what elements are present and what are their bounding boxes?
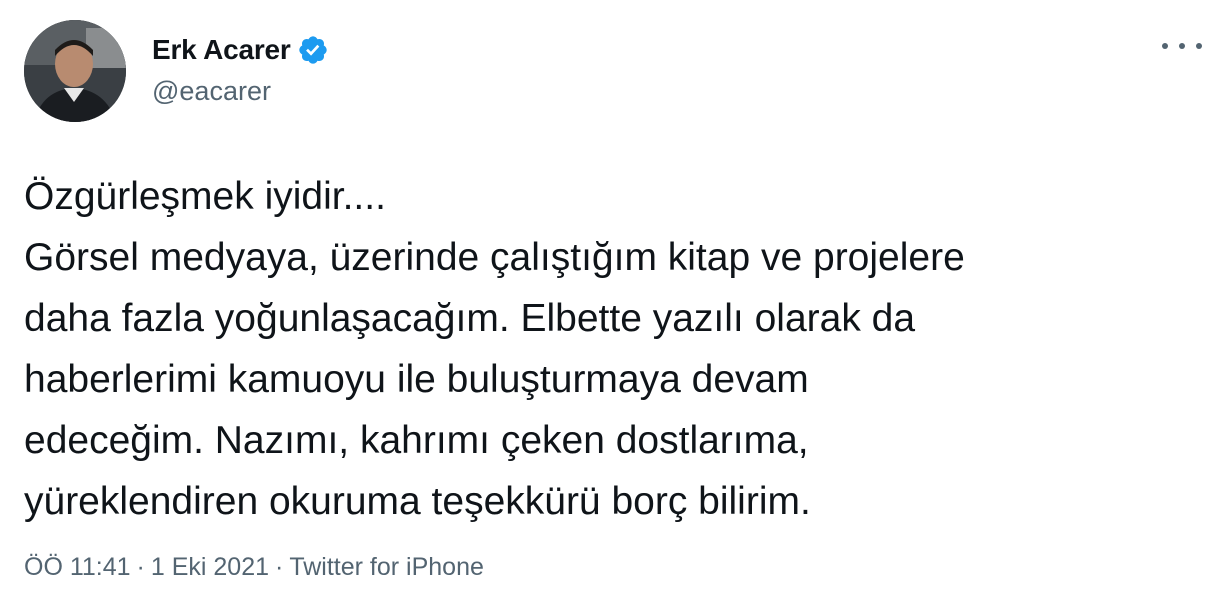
tweet-text: Özgürleşmek iyidir.... Görsel medyaya, ü…: [24, 175, 965, 523]
tweet-date[interactable]: 1 Eki 2021: [151, 553, 269, 581]
meta-separator: ·: [275, 553, 284, 581]
more-dot: [1196, 43, 1202, 49]
avatar[interactable]: [24, 20, 126, 122]
author-block: Erk Acarer @eacarer: [152, 30, 329, 107]
more-dot: [1179, 43, 1185, 49]
author-handle[interactable]: @eacarer: [152, 76, 329, 107]
tweet-meta: ÖÖ 11:41 · 1 Eki 2021 · Twitter for iPhone: [24, 553, 484, 582]
tweet-card: Erk Acarer @eacarer Özgürleşmek iyidir..…: [0, 0, 1224, 589]
verified-badge-icon: [297, 34, 329, 66]
avatar-image: [24, 20, 126, 122]
more-dot: [1162, 43, 1168, 49]
tweet-time[interactable]: ÖÖ 11:41: [24, 553, 131, 581]
meta-separator: ·: [136, 553, 145, 581]
tweet-source[interactable]: Twitter for iPhone: [289, 553, 484, 581]
author-name-row: Erk Acarer: [152, 30, 329, 70]
more-options-icon[interactable]: [1162, 34, 1202, 58]
display-name[interactable]: Erk Acarer: [152, 34, 291, 66]
